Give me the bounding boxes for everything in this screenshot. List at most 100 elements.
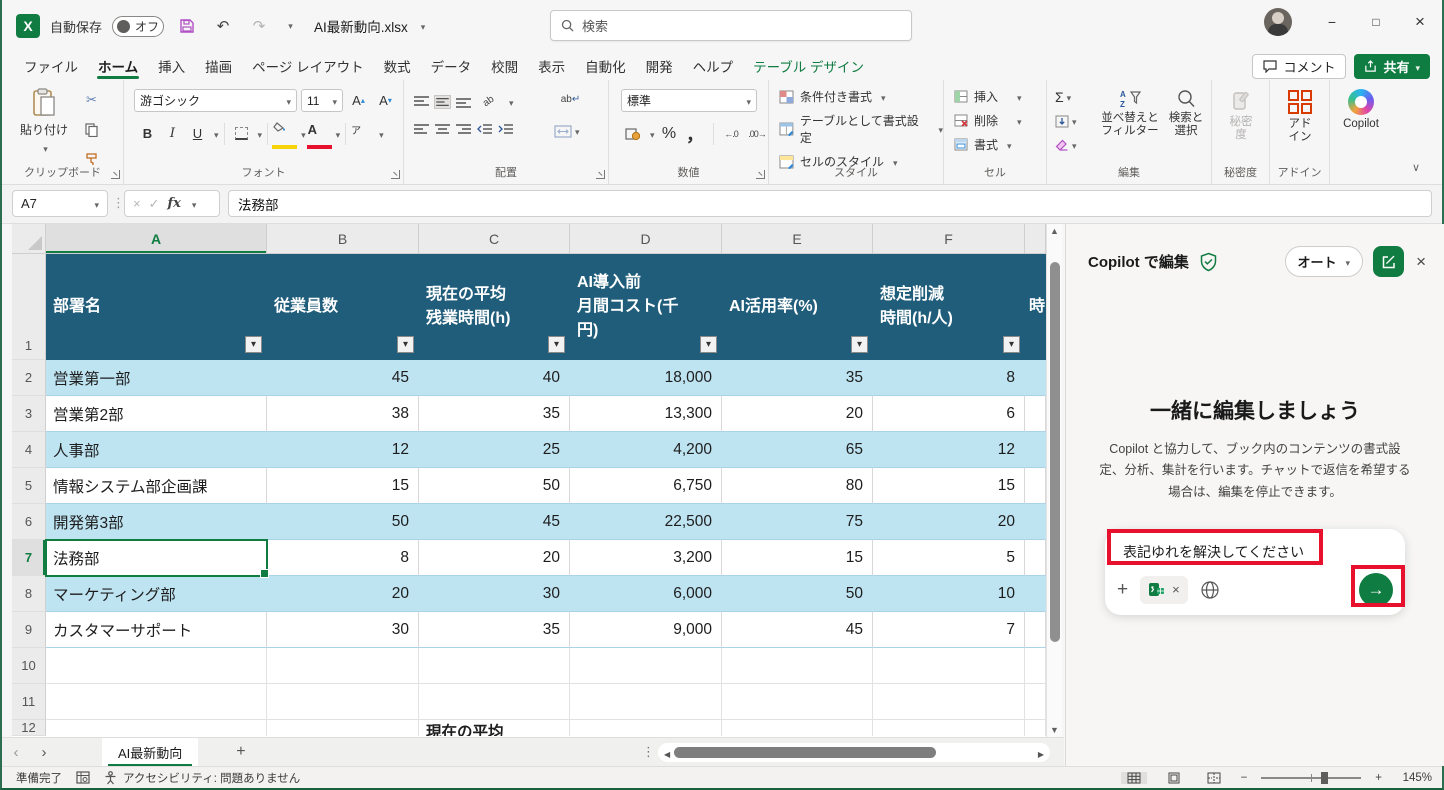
empty-cell[interactable] xyxy=(267,648,419,684)
table-cell[interactable]: 80 xyxy=(722,468,873,504)
tab-insert[interactable]: 挿入 xyxy=(148,52,195,80)
table-cell[interactable]: 12 xyxy=(267,432,419,468)
table-cell[interactable]: 3,200 xyxy=(570,540,722,576)
select-all-corner[interactable] xyxy=(12,224,46,254)
save-icon[interactable] xyxy=(174,13,200,39)
scroll-up-icon[interactable] xyxy=(1047,226,1062,236)
accounting-chevron-icon[interactable] xyxy=(647,125,655,143)
empty-cell[interactable] xyxy=(873,648,1025,684)
sheet-tab-active[interactable]: AI最新動向 xyxy=(102,738,198,767)
tab-draw[interactable]: 描画 xyxy=(195,52,242,80)
normal-view-icon[interactable] xyxy=(1121,772,1147,784)
merge-center-icon[interactable] xyxy=(554,125,572,138)
copilot-button[interactable]: Copilot xyxy=(1336,89,1386,130)
table-cell[interactable]: 50 xyxy=(419,468,570,504)
row-header[interactable]: 5 xyxy=(12,468,46,504)
name-box[interactable]: A7 xyxy=(12,190,108,217)
scroll-left-icon[interactable] xyxy=(664,744,670,762)
table-cell[interactable]: 15 xyxy=(267,468,419,504)
row-header-1[interactable]: 1 xyxy=(12,254,46,360)
table-cell-partial[interactable] xyxy=(1025,612,1046,648)
header-cell-dept[interactable]: 部署名 xyxy=(46,254,267,360)
wrap-text-icon[interactable] xyxy=(559,88,582,111)
selected-cell-a7[interactable]: 法務部 xyxy=(46,540,267,576)
cut-icon[interactable]: ✂ xyxy=(80,88,103,111)
close-window-button[interactable] xyxy=(1398,5,1442,39)
table-cell[interactable]: 30 xyxy=(267,612,419,648)
row-header[interactable]: 3 xyxy=(12,396,46,432)
maximize-button[interactable] xyxy=(1354,5,1398,39)
empty-cell[interactable] xyxy=(46,684,267,720)
decrease-indent-icon[interactable] xyxy=(477,124,492,136)
align-bottom-icon[interactable] xyxy=(456,96,471,108)
empty-cell[interactable] xyxy=(1025,720,1046,736)
column-header-e[interactable]: E xyxy=(722,224,873,254)
empty-cell[interactable] xyxy=(267,720,419,736)
send-button[interactable] xyxy=(1359,573,1393,607)
table-cell[interactable]: 5 xyxy=(873,540,1025,576)
table-cell[interactable]: 38 xyxy=(267,396,419,432)
number-dialog-launcher-icon[interactable] xyxy=(756,170,765,179)
close-pane-icon[interactable] xyxy=(1416,252,1426,272)
merge-chevron-icon[interactable] xyxy=(572,122,580,140)
row-header[interactable]: 10 xyxy=(12,648,46,684)
next-sheet-icon[interactable] xyxy=(30,744,58,761)
table-cell[interactable]: 35 xyxy=(419,396,570,432)
row-header[interactable]: 9 xyxy=(12,612,46,648)
empty-cell[interactable] xyxy=(873,684,1025,720)
table-cell[interactable]: 9,000 xyxy=(570,612,722,648)
tab-view[interactable]: 表示 xyxy=(528,52,575,80)
empty-cell[interactable] xyxy=(570,648,722,684)
filter-button-icon[interactable] xyxy=(851,336,868,353)
user-avatar[interactable] xyxy=(1264,8,1292,36)
tab-automate[interactable]: 自動化 xyxy=(575,52,636,80)
table-cell[interactable]: 6,000 xyxy=(570,576,722,612)
font-name-combo[interactable]: 游ゴシック xyxy=(134,89,297,112)
column-header-f[interactable]: F xyxy=(873,224,1025,254)
insert-cells-button[interactable]: 挿入 xyxy=(954,88,1022,105)
font-dialog-launcher-icon[interactable] xyxy=(391,170,400,179)
tab-developer[interactable]: 開発 xyxy=(636,52,683,80)
table-cell[interactable]: 45 xyxy=(419,504,570,540)
row-header[interactable]: 8 xyxy=(12,576,46,612)
empty-cell[interactable] xyxy=(419,648,570,684)
fill-color-icon[interactable] xyxy=(273,122,296,145)
table-cell[interactable]: 15 xyxy=(722,540,873,576)
sensitivity-button[interactable]: 秘密 度 xyxy=(1220,89,1262,142)
sheetbar-divider-icon[interactable] xyxy=(642,744,655,760)
table-cell[interactable]: 情報システム部企画課 xyxy=(46,468,267,504)
table-cell[interactable]: 40 xyxy=(419,360,570,396)
column-header-a[interactable]: A xyxy=(46,224,267,254)
new-edit-button[interactable] xyxy=(1373,246,1404,277)
table-cell[interactable]: 45 xyxy=(267,360,419,396)
empty-cell[interactable] xyxy=(1025,684,1046,720)
table-cell-partial[interactable] xyxy=(1025,396,1046,432)
file-name-chevron-icon[interactable] xyxy=(418,17,426,35)
comma-style-icon[interactable]: ， xyxy=(684,122,707,145)
font-size-combo[interactable]: 11 xyxy=(301,89,343,112)
empty-cell[interactable] xyxy=(46,648,267,684)
alignment-dialog-launcher-icon[interactable] xyxy=(596,170,605,179)
filter-button-icon[interactable] xyxy=(700,336,717,353)
decrease-decimal-icon[interactable] xyxy=(746,122,769,145)
increase-font-icon[interactable]: A xyxy=(347,89,370,112)
workbook-context-chip[interactable] xyxy=(1140,576,1188,604)
table-cell[interactable]: 35 xyxy=(419,612,570,648)
prev-sheet-icon[interactable] xyxy=(2,744,30,761)
table-cell[interactable]: 6,750 xyxy=(570,468,722,504)
empty-cell[interactable] xyxy=(722,684,873,720)
macro-record-icon[interactable] xyxy=(76,771,90,784)
share-button[interactable]: 共有 xyxy=(1354,54,1430,79)
delete-cells-button[interactable]: 削除 xyxy=(954,112,1022,129)
empty-cell[interactable] xyxy=(267,684,419,720)
decrease-font-icon[interactable]: A xyxy=(374,89,397,112)
empty-cell[interactable] xyxy=(873,720,1025,736)
row-header[interactable]: 6 xyxy=(12,504,46,540)
vertical-scrollbar-thumb[interactable] xyxy=(1050,262,1060,642)
underline-button[interactable]: U xyxy=(186,122,209,145)
addins-button[interactable]: アド イン xyxy=(1280,89,1320,144)
copy-icon[interactable] xyxy=(80,118,103,141)
header-cell-cost[interactable]: AI導入前 月間コスト(千 円) xyxy=(570,254,722,360)
table-cell[interactable]: 45 xyxy=(722,612,873,648)
tab-data[interactable]: データ xyxy=(421,52,482,80)
